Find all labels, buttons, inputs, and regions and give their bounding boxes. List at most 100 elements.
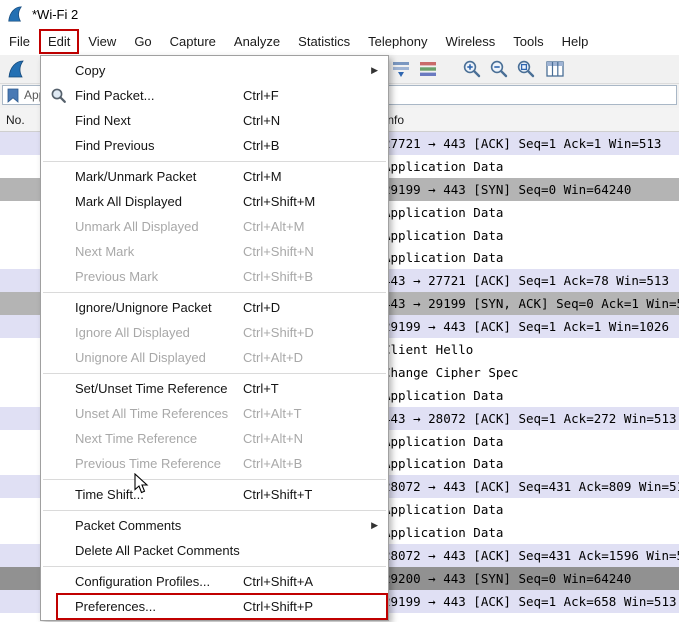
submenu-arrow-icon: ▶ [371,65,378,76]
menu-item-shortcut: Ctrl+Alt+M [243,219,304,234]
packet-info: 29200 → 443 [SYN] Seq=0 Win=64240 [383,571,631,586]
menu-item-find-previous[interactable]: Find PreviousCtrl+B [41,133,388,158]
menu-item-shortcut: Ctrl+Shift+T [243,487,312,502]
menu-item-shortcut: Ctrl+Shift+N [243,244,314,259]
menu-item-label: Configuration Profiles... [75,574,210,589]
packet-info: Application Data [383,159,503,174]
menu-item-configuration-profiles[interactable]: Configuration Profiles...Ctrl+Shift+A [41,569,388,594]
menu-item-previous-mark[interactable]: Previous Mark Ctrl+Shift+B [41,264,388,289]
menu-item-shortcut: Ctrl+Alt+B [243,456,302,471]
menu-item-label: Preferences... [75,599,156,614]
edit-menu-dropdown: Copy ▶ Find Packet... Ctrl+F Find Next Ctrl+N… [40,55,389,621]
packet-info: Application Data [383,525,503,540]
magnifier-icon [41,87,75,104]
packet-info: 443 → 29199 [SYN, ACK] Seq=0 Ack=1 Win=5… [383,296,679,311]
menu-item-label: Unmark All Displayed [75,219,199,234]
menu-item-shortcut: Ctrl+F [243,88,279,103]
menu-telephony[interactable]: Telephony [359,29,436,54]
menu-item-next-mark[interactable]: Next MarkCtrl+Shift+N [41,239,388,264]
menu-item-shortcut: Ctrl+Shift+D [243,325,314,340]
colorize-icon[interactable] [418,59,438,79]
menu-item-label: Mark/Unmark Packet [75,169,196,184]
packet-info: Change Cipher Spec [383,365,518,380]
menu-item-unmark-all-displayed[interactable]: Unmark All Displayed Ctrl+Alt+M [41,214,388,239]
packet-info: 443 → 28072 [ACK] Seq=1 Ack=272 Win=513 [383,411,677,426]
menu-capture[interactable]: Capture [161,29,225,54]
zoom-out-icon[interactable] [489,59,509,79]
menu-item-label: Copy [75,63,105,78]
packet-info: 29199 → 443 [SYN] Seq=0 Win=64240 [383,182,631,197]
menu-item-find-packet[interactable]: Find Packet... Ctrl+F [41,83,388,108]
resize-columns-icon[interactable] [545,59,565,79]
menu-item-delete-all-packet-comments[interactable]: Delete All Packet Comments [41,538,388,563]
filter-bookmark-icon[interactable] [7,88,19,103]
menu-item-shortcut: Ctrl+M [243,169,282,184]
menu-item-shortcut: Ctrl+Shift+P [243,599,313,614]
zoom-in-icon[interactable] [462,59,482,79]
menu-item-label: Find Packet... [75,88,154,103]
menu-item-label: Find Next [75,113,131,128]
window-title: *Wi-Fi 2 [32,7,78,22]
menu-item-previous-time-reference[interactable]: Previous Time Reference Ctrl+Alt+B [41,451,388,476]
menu-item-shortcut: Ctrl+Shift+B [243,269,313,284]
title-bar: *Wi-Fi 2 [0,0,679,28]
packet-info: 29199 → 443 [ACK] Seq=1 Ack=658 Win=513 [383,594,677,609]
column-header-no[interactable]: No. [6,113,25,127]
menu-edit[interactable]: Edit [39,29,79,54]
menu-item-preferences[interactable]: Preferences... Ctrl+Shift+P [41,594,388,619]
menu-separator [43,479,386,480]
packet-info: Application Data [383,456,503,471]
menu-item-shortcut: Ctrl+N [243,113,280,128]
menu-item-unignore-all-displayed[interactable]: Unignore All DisplayedCtrl+Alt+D [41,345,388,370]
menu-item-ignore-all-displayed[interactable]: Ignore All Displayed Ctrl+Shift+D [41,320,388,345]
menu-statistics[interactable]: Statistics [289,29,359,54]
menu-item-label: Find Previous [75,138,154,153]
menu-item-mark-all-displayed[interactable]: Mark All Displayed Ctrl+Shift+M [41,189,388,214]
start-capture-fin-icon[interactable] [6,59,26,79]
menu-separator [43,373,386,374]
packet-info: Application Data [383,388,503,403]
menu-item-time-shift[interactable]: Time Shift...Ctrl+Shift+T [41,482,388,507]
menu-item-label: Previous Mark [75,269,158,284]
wireshark-fin-icon [6,5,24,23]
zoom-original-icon[interactable] [516,59,536,79]
menu-item-shortcut: Ctrl+D [243,300,280,315]
autoscroll-icon[interactable] [391,59,411,79]
menu-item-label: Ignore/Unignore Packet [75,300,212,315]
menu-item-set-unset-time-reference[interactable]: Set/Unset Time Reference Ctrl+T [41,376,388,401]
menu-separator [43,566,386,567]
menu-item-label: Packet Comments [75,518,181,533]
menu-item-ignore-unignore-packet[interactable]: Ignore/Unignore Packet Ctrl+D [41,295,388,320]
packet-info: 443 → 27721 [ACK] Seq=1 Ack=78 Win=513 [383,273,669,288]
menu-item-unset-all-time-references[interactable]: Unset All Time References Ctrl+Alt+T [41,401,388,426]
menu-item-label: Previous Time Reference [75,456,221,471]
menu-file[interactable]: File [0,29,39,54]
menu-item-copy[interactable]: Copy ▶ [41,58,388,83]
menu-analyze[interactable]: Analyze [225,29,289,54]
menu-item-shortcut: Ctrl+T [243,381,279,396]
menu-help[interactable]: Help [553,29,598,54]
mouse-cursor [134,473,150,495]
packet-info: Application Data [383,502,503,517]
menu-item-label: Ignore All Displayed [75,325,190,340]
packet-info: Client Hello [383,342,473,357]
submenu-arrow-icon: ▶ [371,520,378,531]
packet-info: Application Data [383,250,503,265]
menu-item-next-time-reference[interactable]: Next Time ReferenceCtrl+Alt+N [41,426,388,451]
packet-info: Application Data [383,434,503,449]
menu-item-label: Delete All Packet Comments [75,543,240,558]
menu-go[interactable]: Go [125,29,160,54]
menu-tools[interactable]: Tools [504,29,552,54]
menu-item-shortcut: Ctrl+Alt+T [243,406,302,421]
menu-item-shortcut: Ctrl+Shift+M [243,194,315,209]
menu-item-packet-comments[interactable]: Packet Comments ▶ [41,513,388,538]
menu-item-label: Unset All Time References [75,406,228,421]
wireshark-window: *Wi-Fi 2 FileEditViewGoCaptureAnalyzeSta… [0,0,679,622]
menu-item-mark-unmark-packet[interactable]: Mark/Unmark Packet Ctrl+M [41,164,388,189]
menu-item-label: Set/Unset Time Reference [75,381,227,396]
menu-item-label: Mark All Displayed [75,194,182,209]
menu-wireless[interactable]: Wireless [436,29,504,54]
menu-bar: FileEditViewGoCaptureAnalyzeStatisticsTe… [0,28,679,55]
menu-item-find-next[interactable]: Find Next Ctrl+N [41,108,388,133]
menu-view[interactable]: View [79,29,125,54]
